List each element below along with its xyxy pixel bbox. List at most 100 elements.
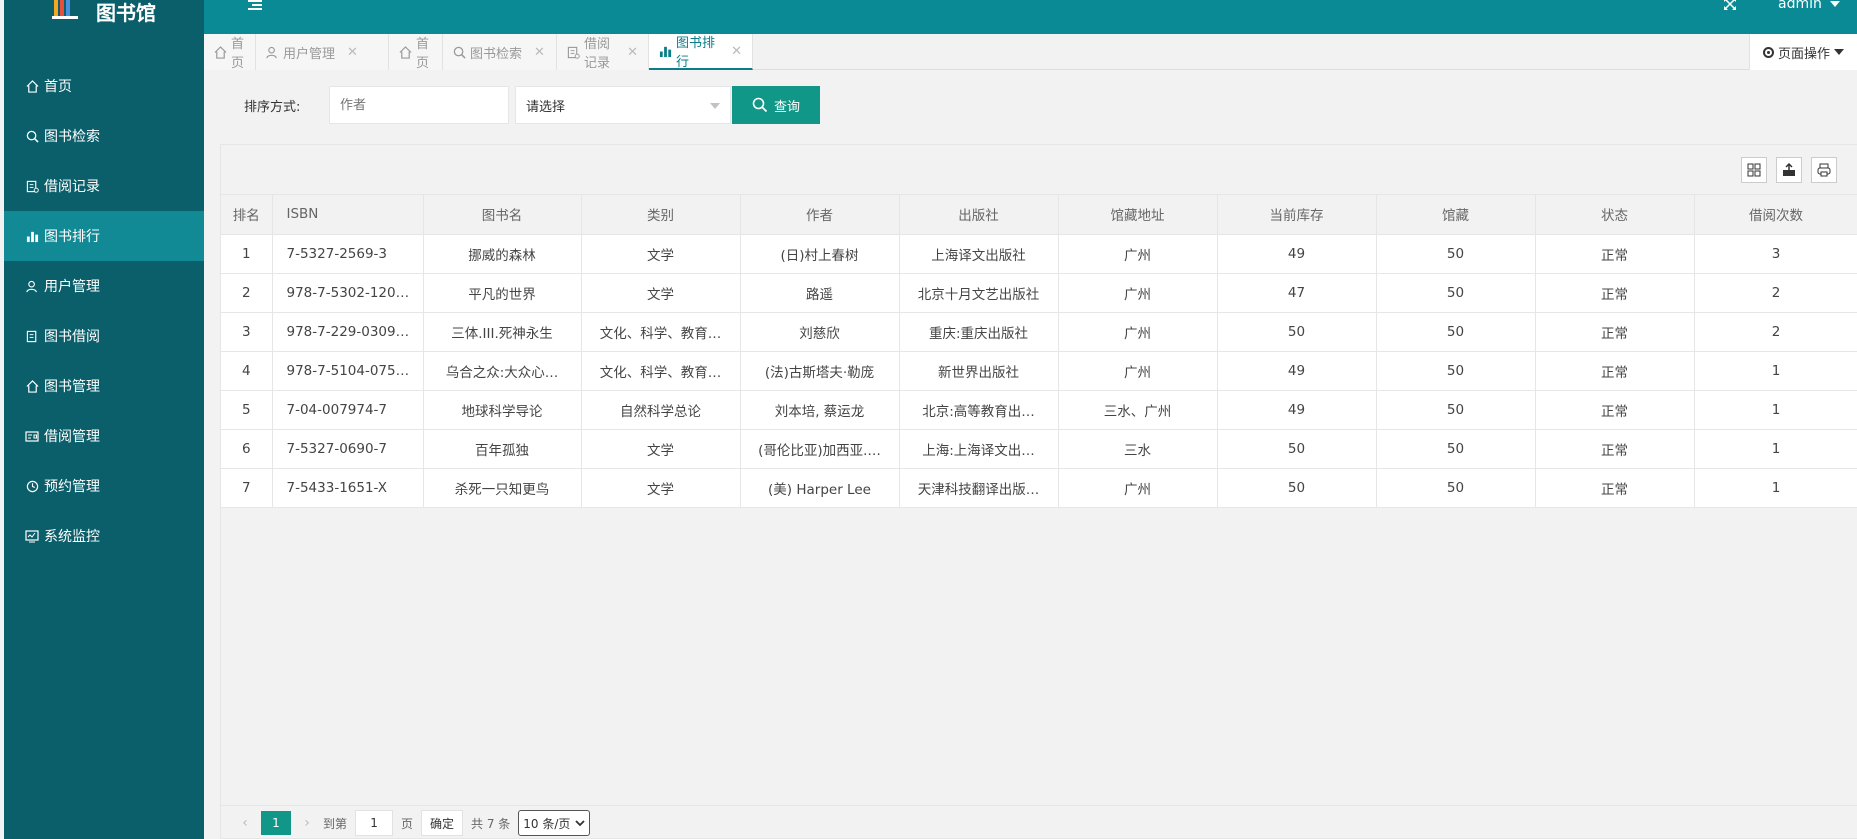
table-cell: 正常 [1535,429,1695,469]
table-row[interactable]: 7 7-5433-1651-X 杀死一只知更鸟 文学 (美) Harper Lee 天津科… [221,468,1857,508]
table-cell: 文学 [581,273,741,313]
sidebar-item-0[interactable]: 首页 [4,61,204,111]
table-cell: 文学 [581,234,741,274]
current-page-button[interactable]: 1 [261,811,291,835]
tab-2[interactable]: 首页✕ [389,34,452,71]
sidebar-item-5[interactable]: 图书借阅 [4,311,204,361]
sort-label: 排序方式: [244,100,301,115]
goto-label: 到第 [323,816,348,831]
next-page-icon[interactable]: › [297,815,317,831]
sidebar-item-label: 用户管理 [44,279,100,295]
table-header-row: 排名 ISBN 图书名 类别 作者 出版社 馆藏地址 当前库存 馆藏 状态 借阅次数 [221,195,1857,235]
sidebar-item-1[interactable]: 图书检索 [4,111,204,161]
tab-label: 用户管理 [283,46,336,62]
home-icon [214,45,227,59]
tab-label: 图书检索 [470,46,523,62]
table-cell: 正常 [1535,312,1695,352]
table-row[interactable]: 6 7-5327-0690-7 百年孤独 文学 (哥伦比亚)加西亚.… 上海:上海译文出…… [221,429,1857,469]
table-cell: 50 [1217,429,1377,469]
table-cell: 49 [1217,390,1377,430]
sort-select-value: 请选择 [526,99,566,115]
column-header[interactable]: 馆藏地址 [1058,195,1218,235]
table-cell: 1 [221,234,273,274]
tab-5[interactable]: 图书排行 ✕ [649,34,753,70]
tab-3[interactable]: 图书检索 ✕ [443,34,557,70]
sidebar-item-7[interactable]: 借阅管理 [4,411,204,461]
column-header[interactable]: 图书名 [423,195,582,235]
close-icon[interactable]: ✕ [627,45,638,60]
table-cell: 上海译文出版社 [899,234,1059,274]
print-button[interactable] [1811,157,1837,183]
goto-page-input[interactable]: 1 [355,810,394,836]
tab-4[interactable]: 借阅记录 ✕ [557,34,649,71]
sidebar-item-9[interactable]: 系统监控 [4,511,204,561]
table-cell: 天津科技翻译出版… [899,468,1059,508]
table-cell: 50 [1217,468,1377,508]
sidebar-item-label: 预约管理 [44,479,100,495]
user-menu[interactable]: admin [1778,0,1841,12]
column-header[interactable]: 出版社 [899,195,1059,235]
table-cell: 广州 [1058,273,1218,313]
sidebar-item-8[interactable]: 预约管理 [4,461,204,511]
home-icon [24,78,40,94]
close-icon[interactable]: ✕ [347,45,358,60]
sort-select[interactable]: 请选择 [515,86,731,124]
table-cell: 50 [1376,273,1536,313]
column-header[interactable]: ISBN [272,195,424,235]
sidebar-item-2[interactable]: 借阅记录 [4,161,204,211]
ranking-table: 排名 ISBN 图书名 类别 作者 出版社 馆藏地址 当前库存 馆藏 状态 借阅次数 1 7-5327… [221,195,1857,508]
table-cell: 正常 [1535,234,1695,274]
close-icon[interactable]: ✕ [731,44,742,59]
close-icon[interactable]: ✕ [534,45,545,60]
column-header[interactable]: 借阅次数 [1694,195,1857,235]
table-cell: 49 [1217,234,1377,274]
table-cell: 978-7-5104-0755-0 [272,351,424,391]
table-row[interactable]: 4 978-7-5104-0755-0 乌合之众:大众心… 文化、科学、教育… (法)古… [221,351,1857,391]
bar-chart-icon [659,45,672,58]
sidebar-item-6[interactable]: 图书管理 [4,361,204,411]
confirm-page-button[interactable]: 确定 [421,810,464,836]
page-size-select[interactable]: 10 条/页 [518,810,591,836]
fullscreen-icon[interactable] [1724,0,1736,14]
sidebar-item-label: 借阅记录 [44,179,100,195]
table-cell: 6 [221,429,273,469]
page-operations-button[interactable]: 页面操作 [1749,34,1857,70]
column-header[interactable]: 当前库存 [1217,195,1377,235]
table-cell: 重庆:重庆出版社 [899,312,1059,352]
table-cell: 广州 [1058,468,1218,508]
sidebar-item-3[interactable]: 图书排行 [4,211,204,261]
table-cell: 978-7-229-03093-3 [272,312,424,352]
tab-0[interactable]: 首页 [204,34,256,71]
table-cell: 50 [1376,390,1536,430]
column-header[interactable]: 状态 [1535,195,1695,235]
table-row[interactable]: 5 7-04-007974-7 地球科学导论 自然科学总论 刘本培, 蔡运龙 北京:高等教… [221,390,1857,430]
export-button[interactable] [1776,157,1802,183]
table-cell: 2 [1694,273,1857,313]
app-logo: 图书馆 [4,0,204,34]
table-cell: 50 [1376,468,1536,508]
total-count: 共 7 条 [471,816,511,831]
table-row[interactable]: 3 978-7-229-03093-3 三体.III.死神永生 文化、科学、教育… 刘慈… [221,312,1857,352]
prev-page-icon[interactable]: ‹ [235,815,255,831]
column-header[interactable]: 排名 [221,195,273,235]
menu-toggle-icon[interactable] [248,0,264,16]
chevron-down-icon [710,103,720,109]
tab-1[interactable]: 用户管理 ✕ [256,34,389,70]
column-header[interactable]: 作者 [740,195,900,235]
query-button[interactable]: 查询 [732,86,820,124]
table-cell: (哥伦比亚)加西亚.… [740,429,900,469]
page-unit-label: 页 [401,816,414,831]
table-cell: 3 [221,312,273,352]
table-cell: 7-5433-1651-X [272,468,424,508]
columns-filter-button[interactable] [1741,157,1767,183]
table-cell: 1 [1694,351,1857,391]
record-icon [24,178,40,194]
table-row[interactable]: 1 7-5327-2569-3 挪威的森林 文学 (日)村上春树 上海译文出版社 广州 49 5… [221,234,1857,274]
sidebar-item-4[interactable]: 用户管理 [4,261,204,311]
sidebar-item-label: 系统监控 [44,529,100,545]
author-input[interactable] [329,86,509,124]
column-header[interactable]: 馆藏 [1376,195,1536,235]
table-row[interactable]: 2 978-7-5302-1200-4 平凡的世界 文学 路遥 北京十月文艺出版社 广州 47… [221,273,1857,313]
column-header[interactable]: 类别 [581,195,741,235]
sidebar-item-label: 图书检索 [44,129,100,145]
